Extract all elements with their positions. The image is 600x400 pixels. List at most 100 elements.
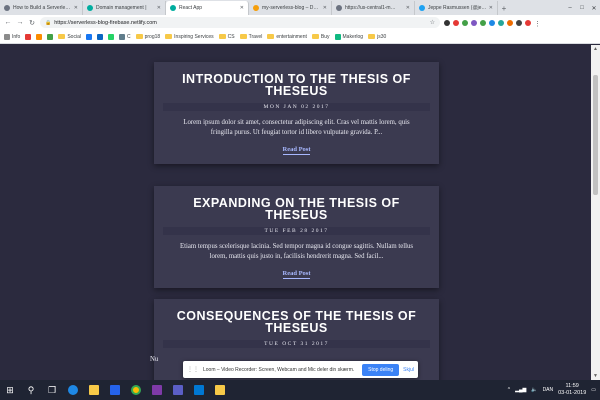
- bookmark-folder[interactable]: Buy: [311, 34, 330, 40]
- scroll-down-icon[interactable]: ▼: [591, 373, 600, 379]
- bookmark-folder[interactable]: prog18: [135, 33, 161, 40]
- menu-icon[interactable]: ⋮: [534, 20, 541, 28]
- tab-close-icon[interactable]: ✕: [406, 5, 410, 11]
- browser-tab[interactable]: How to Build a Serverle… ✕: [0, 1, 83, 15]
- browser-tab[interactable]: my-serverless-blog – D… ✕: [249, 1, 332, 15]
- page-scrollbar[interactable]: ▲ ▼: [591, 45, 600, 380]
- bookmark-item[interactable]: [96, 33, 103, 40]
- scroll-up-icon[interactable]: ▲: [591, 46, 600, 52]
- bookmark-item[interactable]: [36, 33, 43, 40]
- onenote-icon[interactable]: [151, 384, 163, 396]
- browser-tab[interactable]: Domain management | ✕: [83, 1, 166, 15]
- extension-icon[interactable]: [507, 19, 513, 26]
- bookmark-favicon-icon: [36, 33, 43, 40]
- bookmark-folder[interactable]: entertainment: [267, 34, 307, 40]
- clock[interactable]: 11:59 03-01-2019: [558, 383, 586, 397]
- scrollbar-thumb[interactable]: [593, 75, 598, 195]
- bookmark-star-icon[interactable]: ☆: [430, 19, 435, 26]
- tab-close-icon[interactable]: ✕: [489, 5, 493, 11]
- bookmark-folder[interactable]: js30: [368, 34, 386, 40]
- extension-icon[interactable]: [453, 19, 459, 26]
- vscode-icon[interactable]: [193, 384, 205, 396]
- close-window-icon[interactable]: ✕: [588, 5, 600, 12]
- extension-icon[interactable]: [471, 19, 477, 26]
- browser-tab[interactable]: Jeppe Rasmussen (@je… ✕: [415, 1, 498, 15]
- forward-icon[interactable]: →: [16, 19, 24, 26]
- lock-icon: 🔒: [45, 19, 52, 26]
- extension-icon[interactable]: [462, 19, 468, 26]
- bookmark-label: Inspiring Services: [174, 33, 214, 40]
- tab-label: Jeppe Rasmussen (@je…: [428, 5, 487, 11]
- hide-button[interactable]: Skjul: [403, 367, 414, 373]
- bookmark-label: Travel: [248, 33, 263, 40]
- bookmark-item[interactable]: Makerlog: [334, 33, 363, 40]
- edge-icon[interactable]: [67, 384, 79, 396]
- tab-close-icon[interactable]: ✕: [74, 5, 78, 11]
- extension-icon[interactable]: [498, 19, 504, 26]
- post-excerpt: Etiam tempus scelerisque lacinia. Sed te…: [179, 243, 414, 260]
- browser-tab[interactable]: React App ✕: [166, 1, 249, 15]
- clock-time: 11:59: [565, 383, 579, 389]
- read-post-link[interactable]: Read Post: [282, 270, 311, 279]
- action-center-icon[interactable]: ▭: [591, 387, 596, 393]
- tab-label: my-serverless-blog – D…: [262, 5, 319, 11]
- todo-icon[interactable]: [109, 384, 121, 396]
- teams-icon[interactable]: [172, 384, 184, 396]
- minimize-icon[interactable]: –: [564, 5, 576, 11]
- back-icon[interactable]: ←: [4, 19, 12, 26]
- explorer-icon[interactable]: [88, 384, 100, 396]
- browser-tab[interactable]: https://us-central1-m… ✕: [332, 1, 415, 15]
- task-view-icon[interactable]: ❐: [46, 384, 58, 396]
- folder-icon[interactable]: [214, 384, 226, 396]
- extension-icon[interactable]: [489, 19, 495, 26]
- avatar[interactable]: [525, 19, 531, 26]
- bookmark-item[interactable]: [85, 33, 92, 40]
- new-tab-button[interactable]: +: [498, 1, 510, 15]
- folder-icon: [218, 34, 226, 39]
- tab-close-icon[interactable]: ✕: [323, 5, 327, 11]
- bookmark-label: CS: [227, 33, 235, 40]
- search-icon[interactable]: ⚲: [25, 384, 37, 396]
- post-title[interactable]: Expanding on the Thesis of Theseus: [166, 197, 427, 222]
- bookmark-item[interactable]: Info: [4, 33, 21, 40]
- taskbar: ⊞ ⚲ ❐ ^ ▂▄▆ 🔈 DAN 11:59 03-01-2019 ▭: [0, 380, 600, 400]
- read-post-link[interactable]: Read Post: [282, 146, 311, 155]
- address-bar[interactable]: 🔒 https://serverless-blog-firebase.netli…: [40, 17, 440, 28]
- reload-icon[interactable]: ↻: [28, 19, 36, 27]
- bookmark-folder[interactable]: Inspiring Services: [165, 33, 214, 40]
- post-title[interactable]: Consequences of the Thesis of Theseus: [166, 310, 427, 335]
- bookmark-item[interactable]: [25, 33, 32, 40]
- drag-handle-icon[interactable]: ⋮⋮: [187, 366, 199, 373]
- post-card: Introduction to the Thesis of Theseus MO…: [154, 62, 439, 164]
- extension-icon[interactable]: [480, 19, 486, 26]
- windows-start-icon[interactable]: ⊞: [4, 384, 16, 396]
- tab-close-icon[interactable]: ✕: [157, 5, 161, 11]
- bookmark-folder[interactable]: CS: [218, 33, 235, 40]
- bookmark-item[interactable]: C: [118, 33, 131, 40]
- extension-icon[interactable]: [444, 19, 450, 26]
- loom-sharing-text: Loom – Video Recorder: Screen, Webcam an…: [203, 366, 355, 373]
- bookmark-favicon-icon: [47, 33, 54, 40]
- language-indicator[interactable]: DAN: [543, 387, 554, 393]
- tab-favicon-icon: [87, 5, 93, 11]
- bookmark-label: prog18: [144, 33, 161, 40]
- maximize-icon[interactable]: □: [576, 5, 588, 11]
- bookmark-folder[interactable]: Social: [58, 34, 81, 40]
- tab-label: How to Build a Serverle…: [13, 5, 71, 11]
- bookmark-folder[interactable]: Travel: [239, 33, 263, 40]
- network-icon[interactable]: ▂▄▆: [515, 387, 526, 393]
- tab-favicon-icon: [4, 5, 10, 11]
- volume-icon[interactable]: 🔈: [531, 387, 537, 393]
- post-title[interactable]: Introduction to the Thesis of Theseus: [166, 73, 427, 98]
- tab-close-icon[interactable]: ✕: [240, 5, 244, 11]
- bookmark-label: Info: [12, 33, 21, 40]
- chrome-icon[interactable]: [130, 384, 142, 396]
- bookmarks-bar: Info Social Cprog18 Inspiring Services CS Tra…: [0, 30, 600, 44]
- bookmark-item[interactable]: [107, 33, 114, 40]
- browser-toolbar: ← → ↻ 🔒 https://serverless-blog-firebase…: [0, 15, 600, 30]
- notifications-chevron-icon[interactable]: ^: [508, 387, 510, 393]
- stop-sharing-button[interactable]: Stop deling: [362, 363, 400, 376]
- extension-icon[interactable]: [516, 19, 522, 26]
- url-text: https://serverless-blog-firebase.netlify…: [54, 19, 157, 26]
- bookmark-item[interactable]: [47, 33, 54, 40]
